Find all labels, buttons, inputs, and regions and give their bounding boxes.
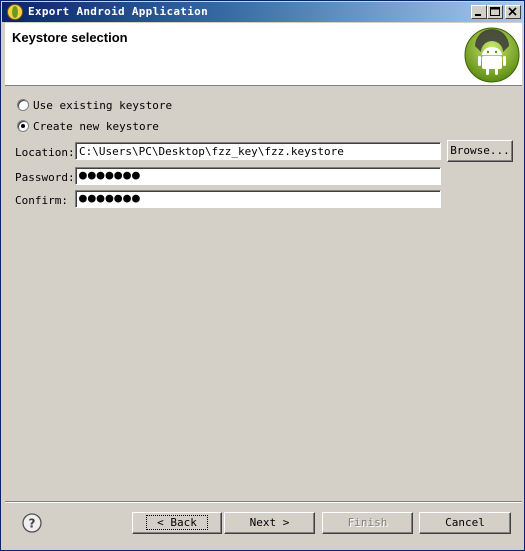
password-label: Password:	[15, 171, 75, 184]
maximize-icon	[490, 7, 500, 16]
create-new-keystore-option[interactable]: Create new keystore	[17, 118, 159, 134]
location-label: Location:	[15, 146, 75, 159]
help-icon[interactable]: ?	[22, 513, 42, 533]
footer-separator	[5, 501, 522, 503]
use-existing-label: Use existing keystore	[33, 98, 173, 112]
svg-text:?: ?	[29, 517, 36, 531]
confirm-field[interactable]: ●●●●●●●	[75, 190, 441, 208]
use-existing-radio[interactable]	[17, 99, 29, 111]
minimize-icon	[475, 14, 481, 16]
page-title: Keystore selection	[12, 30, 128, 45]
window-title: Export Android Application	[28, 5, 208, 18]
back-button[interactable]: < Back	[132, 512, 222, 534]
next-button[interactable]: Next >	[224, 512, 315, 534]
wizard-header: Keystore selection	[5, 23, 522, 86]
location-field[interactable]: C:\Users\PC\Desktop\fzz_key\fzz.keystore	[75, 142, 441, 160]
create-new-radio[interactable]	[17, 120, 29, 132]
create-new-label: Create new keystore	[33, 119, 159, 133]
finish-button[interactable]: Finish	[322, 512, 413, 534]
use-existing-keystore-option[interactable]: Use existing keystore	[17, 97, 172, 113]
cancel-button[interactable]: Cancel	[419, 512, 511, 534]
android-icon	[464, 27, 520, 83]
confirm-label: Confirm:	[15, 194, 68, 207]
title-bar[interactable]: Export Android Application	[2, 2, 523, 22]
export-dialog: Export Android Application Keystore sele…	[0, 0, 525, 551]
eclipse-android-icon	[7, 4, 23, 20]
close-button[interactable]	[505, 5, 521, 19]
browse-button[interactable]: Browse...	[447, 140, 513, 162]
maximize-button[interactable]	[487, 5, 503, 19]
minimize-button[interactable]	[471, 5, 487, 19]
back-button-label: < Back	[146, 515, 208, 530]
password-field[interactable]: ●●●●●●●	[75, 167, 441, 185]
close-icon	[508, 7, 517, 16]
